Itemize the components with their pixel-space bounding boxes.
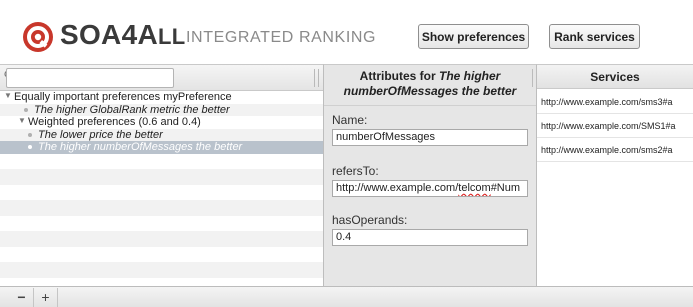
splitter-handle[interactable] bbox=[532, 69, 535, 87]
search-bar bbox=[0, 65, 323, 91]
leaf-bullet-icon bbox=[28, 132, 32, 137]
service-row[interactable]: http://www.example.com/sms2#a bbox=[537, 138, 693, 162]
refers-to-label: refersTo: bbox=[332, 164, 379, 178]
tree-item-messages[interactable]: The higher numberOfMessages the better bbox=[0, 141, 323, 154]
attributes-title-prefix: Attributes for bbox=[359, 69, 436, 83]
refers-to-value-c: #Num bbox=[490, 182, 521, 194]
footer-toolbar: − + bbox=[0, 286, 693, 307]
preference-tree: ▼ Equally important preferences myPrefer… bbox=[0, 91, 323, 286]
empty-row bbox=[0, 262, 323, 278]
attributes-title: Attributes for The higher numberOfMessag… bbox=[324, 69, 536, 99]
refers-to-value-b: telcom bbox=[458, 182, 491, 194]
tree-item-label: Equally important preferences myPreferen… bbox=[14, 91, 232, 103]
name-label: Name: bbox=[332, 113, 368, 127]
preferences-pane: ▼ Equally important preferences myPrefer… bbox=[0, 64, 324, 286]
tree-item-price[interactable]: The lower price the better bbox=[0, 128, 323, 141]
tree-item-label: Weighted preferences (0.6 and 0.4) bbox=[28, 116, 201, 128]
tree-item-label: The lower price the better bbox=[38, 128, 163, 141]
empty-row bbox=[0, 154, 323, 170]
service-row[interactable]: http://www.example.com/SMS1#a bbox=[537, 114, 693, 138]
refers-to-value-a: http://www.example.com/ bbox=[336, 182, 459, 194]
leaf-bullet-icon bbox=[24, 107, 28, 112]
brand-small-caps: LL bbox=[157, 24, 186, 49]
divider bbox=[324, 105, 536, 106]
has-operands-label: hasOperands: bbox=[332, 213, 408, 227]
tree-item-globalrank[interactable]: The higher GlobalRank metric the better bbox=[0, 103, 323, 116]
attributes-title-line1: The higher bbox=[439, 69, 501, 83]
empty-row bbox=[0, 185, 323, 201]
empty-row bbox=[0, 231, 323, 247]
expand-triangle-icon[interactable]: ▼ bbox=[4, 90, 12, 102]
show-preferences-button[interactable]: Show preferences bbox=[418, 24, 529, 49]
rank-services-button[interactable]: Rank services bbox=[549, 24, 640, 49]
tree-item-weighted[interactable]: ▼ Weighted preferences (0.6 and 0.4) bbox=[0, 116, 323, 129]
soa4all-logo-icon bbox=[23, 22, 53, 52]
brand-main: SOA4A bbox=[60, 19, 158, 50]
remove-button[interactable]: − bbox=[10, 288, 34, 307]
tree-item-root[interactable]: ▼ Equally important preferences myPrefer… bbox=[0, 91, 323, 104]
brand-subtitle: INTEGRATED RANKING bbox=[186, 29, 377, 46]
attributes-title-line2: numberOfMessages the better bbox=[343, 84, 517, 98]
header: SOA4ALL INTEGRATED RANKING Show preferen… bbox=[0, 0, 693, 64]
refers-to-field[interactable]: http://www.example.com/telcom#Num bbox=[332, 180, 528, 197]
services-pane: Services http://www.example.com/sms3#a h… bbox=[537, 64, 693, 286]
brand-title: SOA4ALL bbox=[60, 19, 185, 51]
empty-row bbox=[0, 278, 323, 287]
services-header: Services bbox=[537, 65, 693, 89]
splitter-handle[interactable] bbox=[314, 69, 319, 87]
expand-triangle-icon[interactable]: ▼ bbox=[18, 115, 26, 127]
empty-row bbox=[0, 200, 323, 216]
empty-row bbox=[0, 247, 323, 263]
add-button[interactable]: + bbox=[34, 288, 58, 307]
tree-item-label: The higher numberOfMessages the better bbox=[38, 141, 243, 153]
service-row[interactable]: http://www.example.com/sms3#a bbox=[537, 90, 693, 114]
search-input[interactable] bbox=[6, 68, 174, 88]
empty-row bbox=[0, 169, 323, 185]
has-operands-field[interactable]: 0.4 bbox=[332, 229, 528, 246]
leaf-bullet-icon bbox=[28, 145, 32, 149]
name-field[interactable]: numberOfMessages bbox=[332, 129, 528, 146]
empty-row bbox=[0, 216, 323, 232]
tree-item-label: The higher GlobalRank metric the better bbox=[34, 103, 230, 116]
attributes-pane: Attributes for The higher numberOfMessag… bbox=[324, 64, 537, 286]
app-window: SOA4ALL INTEGRATED RANKING Show preferen… bbox=[0, 0, 693, 307]
